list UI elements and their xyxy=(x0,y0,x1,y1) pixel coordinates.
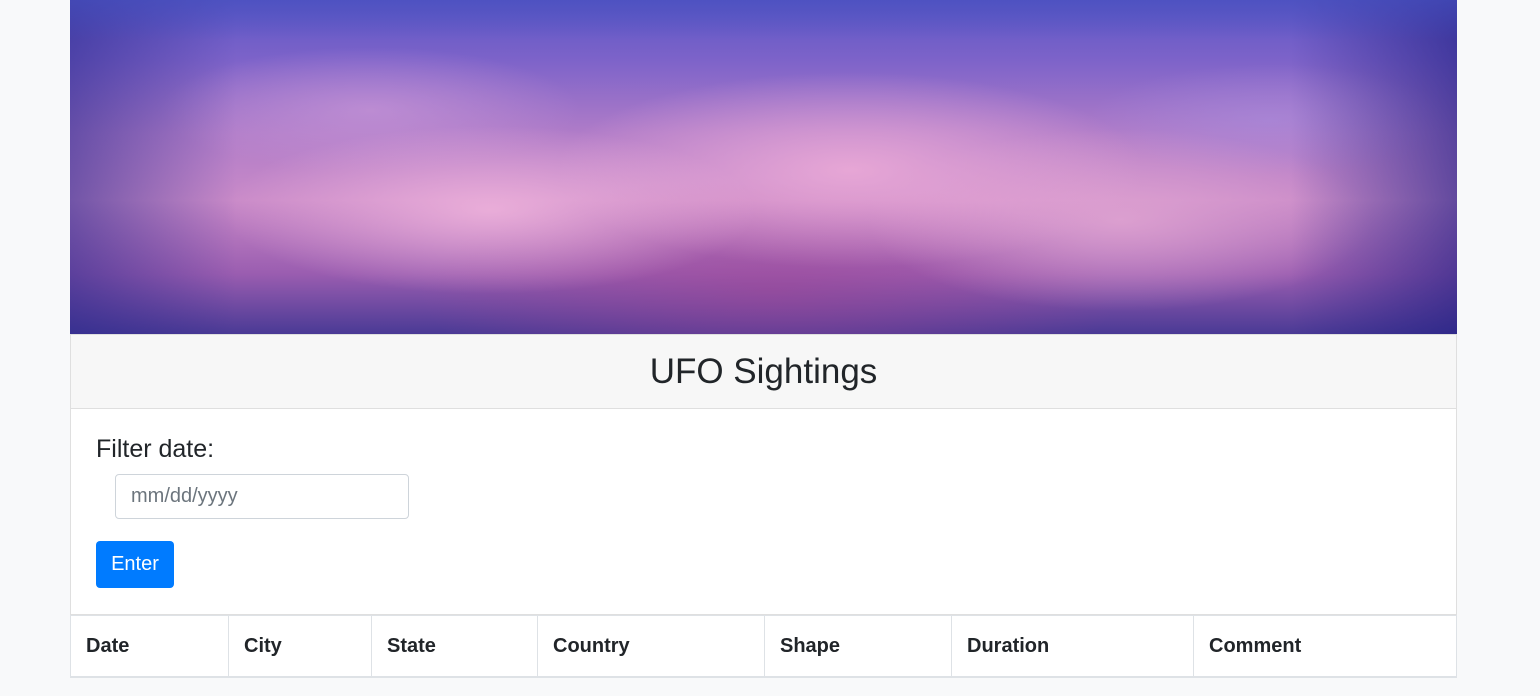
page-container: UFO Sightings Filter date: Enter Date Ci… xyxy=(70,0,1457,678)
filter-form: Filter date: Enter xyxy=(71,409,1456,614)
table-header-row: Date City State Country Shape Duration C… xyxy=(70,615,1457,678)
column-header-comment[interactable]: Comment xyxy=(1193,615,1457,678)
ufo-table: Date City State Country Shape Duration C… xyxy=(70,615,1457,678)
column-header-duration[interactable]: Duration xyxy=(951,615,1194,678)
column-header-country[interactable]: Country xyxy=(537,615,765,678)
card-header: UFO Sightings xyxy=(71,335,1456,409)
column-header-date[interactable]: Date xyxy=(70,615,229,678)
filter-date-label: Filter date: xyxy=(96,435,215,463)
filter-card: UFO Sightings Filter date: Enter xyxy=(70,334,1457,615)
column-header-state[interactable]: State xyxy=(371,615,538,678)
enter-button[interactable]: Enter xyxy=(96,541,174,588)
hero-banner-image xyxy=(70,0,1457,334)
page-title: UFO Sightings xyxy=(649,351,878,391)
date-filter-input[interactable] xyxy=(115,474,409,519)
column-header-city[interactable]: City xyxy=(228,615,372,678)
column-header-shape[interactable]: Shape xyxy=(764,615,952,678)
